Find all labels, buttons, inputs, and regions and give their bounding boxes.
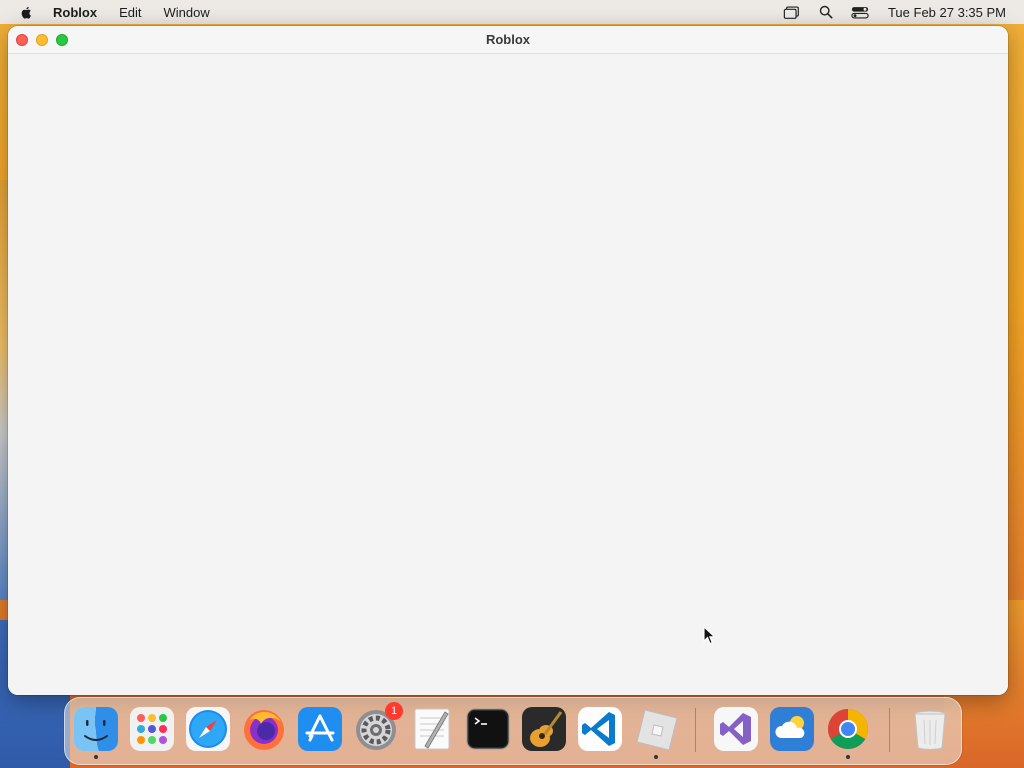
guitar-icon <box>522 707 566 751</box>
menu-bar-clock[interactable]: Tue Feb 27 3:35 PM <box>888 5 1006 20</box>
running-indicator <box>654 755 658 759</box>
chrome-icon <box>828 709 868 749</box>
menu-bar: Roblox Edit Window Tue Feb 27 3:35 PM <box>0 0 1024 24</box>
firefox-icon <box>244 710 284 750</box>
weather-cloud-icon <box>770 707 814 751</box>
dock-garageband[interactable] <box>521 706 567 752</box>
terminal-icon <box>466 708 510 750</box>
safari-compass-icon <box>186 707 230 751</box>
roblox-window: Roblox <box>8 26 1008 695</box>
app-store-icon <box>298 707 342 751</box>
running-indicator <box>846 755 850 759</box>
dock-roblox[interactable] <box>633 706 679 759</box>
dock-divider <box>695 708 696 752</box>
dock-textedit[interactable] <box>409 706 455 752</box>
running-indicator <box>94 755 98 759</box>
dock-divider <box>889 708 890 752</box>
dock-safari[interactable] <box>185 706 231 752</box>
menu-edit[interactable]: Edit <box>119 5 141 20</box>
mouse-pointer-icon <box>703 625 717 646</box>
roblox-icon <box>636 709 678 751</box>
window-content[interactable] <box>8 54 1008 695</box>
finder-icon <box>74 707 118 751</box>
dock-chrome[interactable] <box>825 706 871 759</box>
dock-launchpad[interactable] <box>129 706 175 752</box>
screen-mirroring-icon[interactable] <box>782 4 802 20</box>
dock-finder[interactable] <box>73 706 119 759</box>
dock-terminal[interactable] <box>465 706 511 752</box>
menu-app-name[interactable]: Roblox <box>53 5 97 20</box>
dock-firefox[interactable] <box>241 706 287 752</box>
textedit-icon <box>414 708 450 750</box>
dock: 1 <box>64 697 962 765</box>
menu-window[interactable]: Window <box>163 5 209 20</box>
dock-vscode[interactable] <box>577 706 623 752</box>
apple-menu-icon[interactable] <box>19 4 35 20</box>
visual-studio-icon <box>714 707 758 751</box>
notification-badge: 1 <box>385 702 403 720</box>
dock-trash[interactable] <box>907 706 953 752</box>
control-center-icon[interactable] <box>850 4 870 20</box>
dock-visual-studio[interactable] <box>713 706 759 752</box>
dock-system-settings[interactable]: 1 <box>353 702 403 752</box>
launchpad-icon <box>130 707 174 751</box>
trash-icon <box>914 710 946 750</box>
spotlight-search-icon[interactable] <box>816 4 836 20</box>
dock-weather[interactable] <box>769 706 815 752</box>
vscode-icon <box>578 707 622 751</box>
window-titlebar[interactable]: Roblox <box>8 26 1008 54</box>
dock-app-store[interactable] <box>297 706 343 752</box>
window-title: Roblox <box>485 32 531 47</box>
